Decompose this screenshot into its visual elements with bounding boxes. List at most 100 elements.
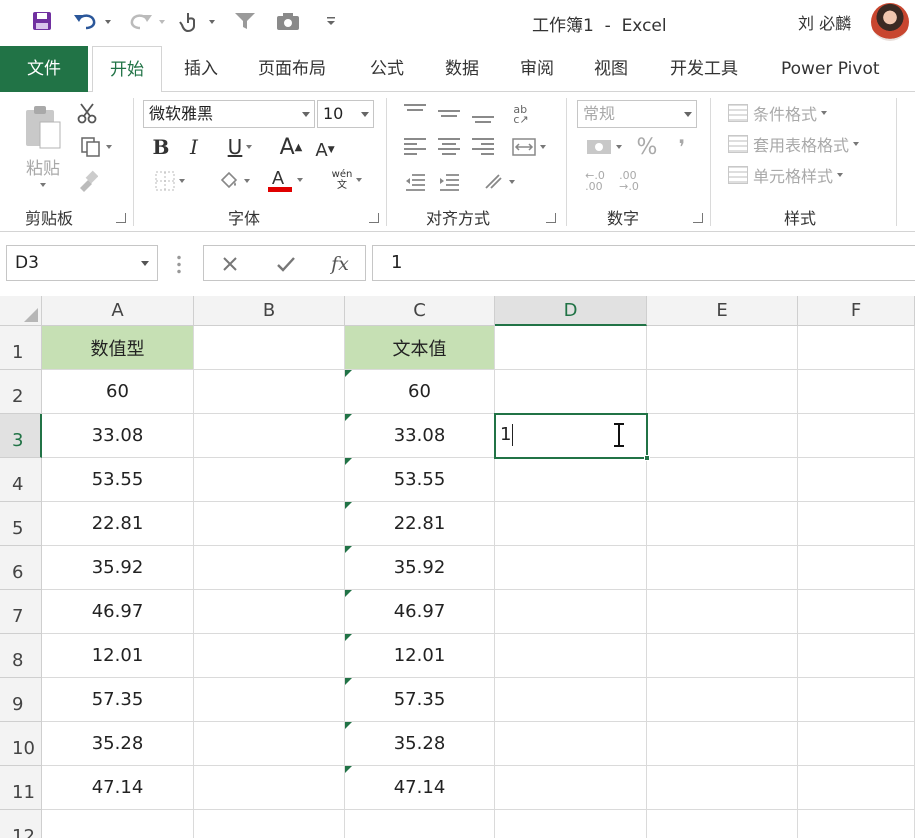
row-header-12[interactable]: 12: [0, 810, 42, 838]
cell-b12[interactable]: [194, 810, 345, 838]
cell-f11[interactable]: [798, 766, 915, 810]
cell-d8[interactable]: [495, 634, 647, 678]
cell-c3[interactable]: 33.08: [345, 414, 495, 458]
cell-e10[interactable]: [647, 722, 798, 766]
cell-e4[interactable]: [647, 458, 798, 502]
phonetic-guide-icon[interactable]: wén 文: [324, 164, 370, 196]
column-header-c[interactable]: C: [345, 296, 495, 326]
cell-e11[interactable]: [647, 766, 798, 810]
column-header-f[interactable]: F: [798, 296, 915, 326]
clipboard-launcher-icon[interactable]: [116, 213, 126, 223]
cell-c12[interactable]: [345, 810, 495, 838]
cell-f5[interactable]: [798, 502, 915, 546]
cell-e2[interactable]: [647, 370, 798, 414]
touch-mode-icon[interactable]: [176, 8, 220, 34]
redo-icon[interactable]: [124, 8, 168, 34]
cell-f1[interactable]: [798, 326, 915, 370]
resize-handle[interactable]: [177, 254, 181, 274]
bold-icon[interactable]: B: [150, 134, 172, 160]
tab-developer[interactable]: 开发工具: [670, 46, 738, 92]
row-header-8[interactable]: 8: [0, 634, 42, 678]
decrease-decimal-icon[interactable]: .00 →.0: [614, 166, 644, 196]
column-header-d[interactable]: D: [495, 296, 647, 326]
merge-center-icon[interactable]: [506, 134, 552, 160]
cell-d11[interactable]: [495, 766, 647, 810]
fill-handle[interactable]: [644, 455, 650, 461]
cell-f7[interactable]: [798, 590, 915, 634]
cell-e3[interactable]: [647, 414, 798, 458]
cell-e7[interactable]: [647, 590, 798, 634]
tab-review[interactable]: 审阅: [520, 46, 554, 92]
cell-c5[interactable]: 22.81: [345, 502, 495, 546]
column-header-e[interactable]: E: [647, 296, 798, 326]
user-name[interactable]: 刘 必麟: [798, 10, 851, 34]
cell-e5[interactable]: [647, 502, 798, 546]
number-launcher-icon[interactable]: [693, 213, 703, 223]
align-middle-icon[interactable]: [438, 110, 460, 120]
column-header-a[interactable]: A: [42, 296, 194, 326]
cell-c4[interactable]: 53.55: [345, 458, 495, 502]
decrease-indent-icon[interactable]: [402, 170, 428, 194]
cell-d6[interactable]: [495, 546, 647, 590]
wrap-text-icon[interactable]: [478, 170, 520, 194]
cell-a8[interactable]: 12.01: [42, 634, 194, 678]
cell-c10[interactable]: 35.28: [345, 722, 495, 766]
cell-d5[interactable]: [495, 502, 647, 546]
cell-f2[interactable]: [798, 370, 915, 414]
cell-b7[interactable]: [194, 590, 345, 634]
align-right-icon[interactable]: [472, 138, 494, 158]
cell-f4[interactable]: [798, 458, 915, 502]
cell-c9[interactable]: 57.35: [345, 678, 495, 722]
copy-icon[interactable]: [74, 134, 118, 160]
tab-data[interactable]: 数据: [445, 46, 479, 92]
worksheet-grid[interactable]: ABCDEF 1 2 3 4 5 6 7 8 9 10 11 12 数值型 文本值 60 60 33.08 33…: [0, 296, 915, 838]
format-as-table-button[interactable]: 套用表格格式: [728, 132, 860, 156]
cell-d12[interactable]: [495, 810, 647, 838]
tab-insert[interactable]: 插入: [184, 46, 218, 92]
row-header-4[interactable]: 4: [0, 458, 42, 502]
cell-d2[interactable]: [495, 370, 647, 414]
font-color-icon[interactable]: A: [262, 166, 308, 194]
cell-d10[interactable]: [495, 722, 647, 766]
cancel-icon[interactable]: [218, 252, 242, 276]
cell-b2[interactable]: [194, 370, 345, 414]
align-top-icon[interactable]: [404, 104, 426, 114]
align-center-icon[interactable]: [438, 138, 460, 158]
avatar[interactable]: [871, 3, 909, 41]
increase-font-icon[interactable]: A ▲: [278, 134, 304, 160]
alignment-launcher-icon[interactable]: [546, 213, 556, 223]
font-launcher-icon[interactable]: [369, 213, 379, 223]
cell-b9[interactable]: [194, 678, 345, 722]
customize-toolbar-icon[interactable]: [322, 8, 340, 34]
tab-view[interactable]: 视图: [594, 46, 628, 92]
formula-input[interactable]: 1: [372, 245, 915, 281]
insert-function-icon[interactable]: fx: [326, 251, 354, 277]
cell-c2[interactable]: 60: [345, 370, 495, 414]
underline-icon[interactable]: U: [217, 134, 263, 160]
cell-b10[interactable]: [194, 722, 345, 766]
cell-f3[interactable]: [798, 414, 915, 458]
cell-c6[interactable]: 35.92: [345, 546, 495, 590]
cell-f10[interactable]: [798, 722, 915, 766]
row-header-7[interactable]: 7: [0, 590, 42, 634]
cell-b4[interactable]: [194, 458, 345, 502]
italic-icon[interactable]: I: [183, 134, 205, 160]
cell-f8[interactable]: [798, 634, 915, 678]
conditional-formatting-button[interactable]: 条件格式: [728, 101, 828, 125]
cell-e1[interactable]: [647, 326, 798, 370]
cell-f6[interactable]: [798, 546, 915, 590]
fill-color-icon[interactable]: [212, 168, 256, 194]
cell-a9[interactable]: 57.35: [42, 678, 194, 722]
cell-a3[interactable]: 33.08: [42, 414, 194, 458]
cell-d7[interactable]: [495, 590, 647, 634]
row-header-9[interactable]: 9: [0, 678, 42, 722]
cut-icon[interactable]: [74, 100, 100, 126]
save-icon[interactable]: [28, 8, 56, 34]
enter-icon[interactable]: [274, 252, 298, 276]
tab-home[interactable]: 开始: [92, 46, 162, 93]
cell-c8[interactable]: 12.01: [345, 634, 495, 678]
comma-style-icon[interactable]: ❜: [672, 132, 692, 162]
currency-icon[interactable]: [580, 134, 628, 160]
align-left-icon[interactable]: [404, 138, 426, 158]
cell-e12[interactable]: [647, 810, 798, 838]
